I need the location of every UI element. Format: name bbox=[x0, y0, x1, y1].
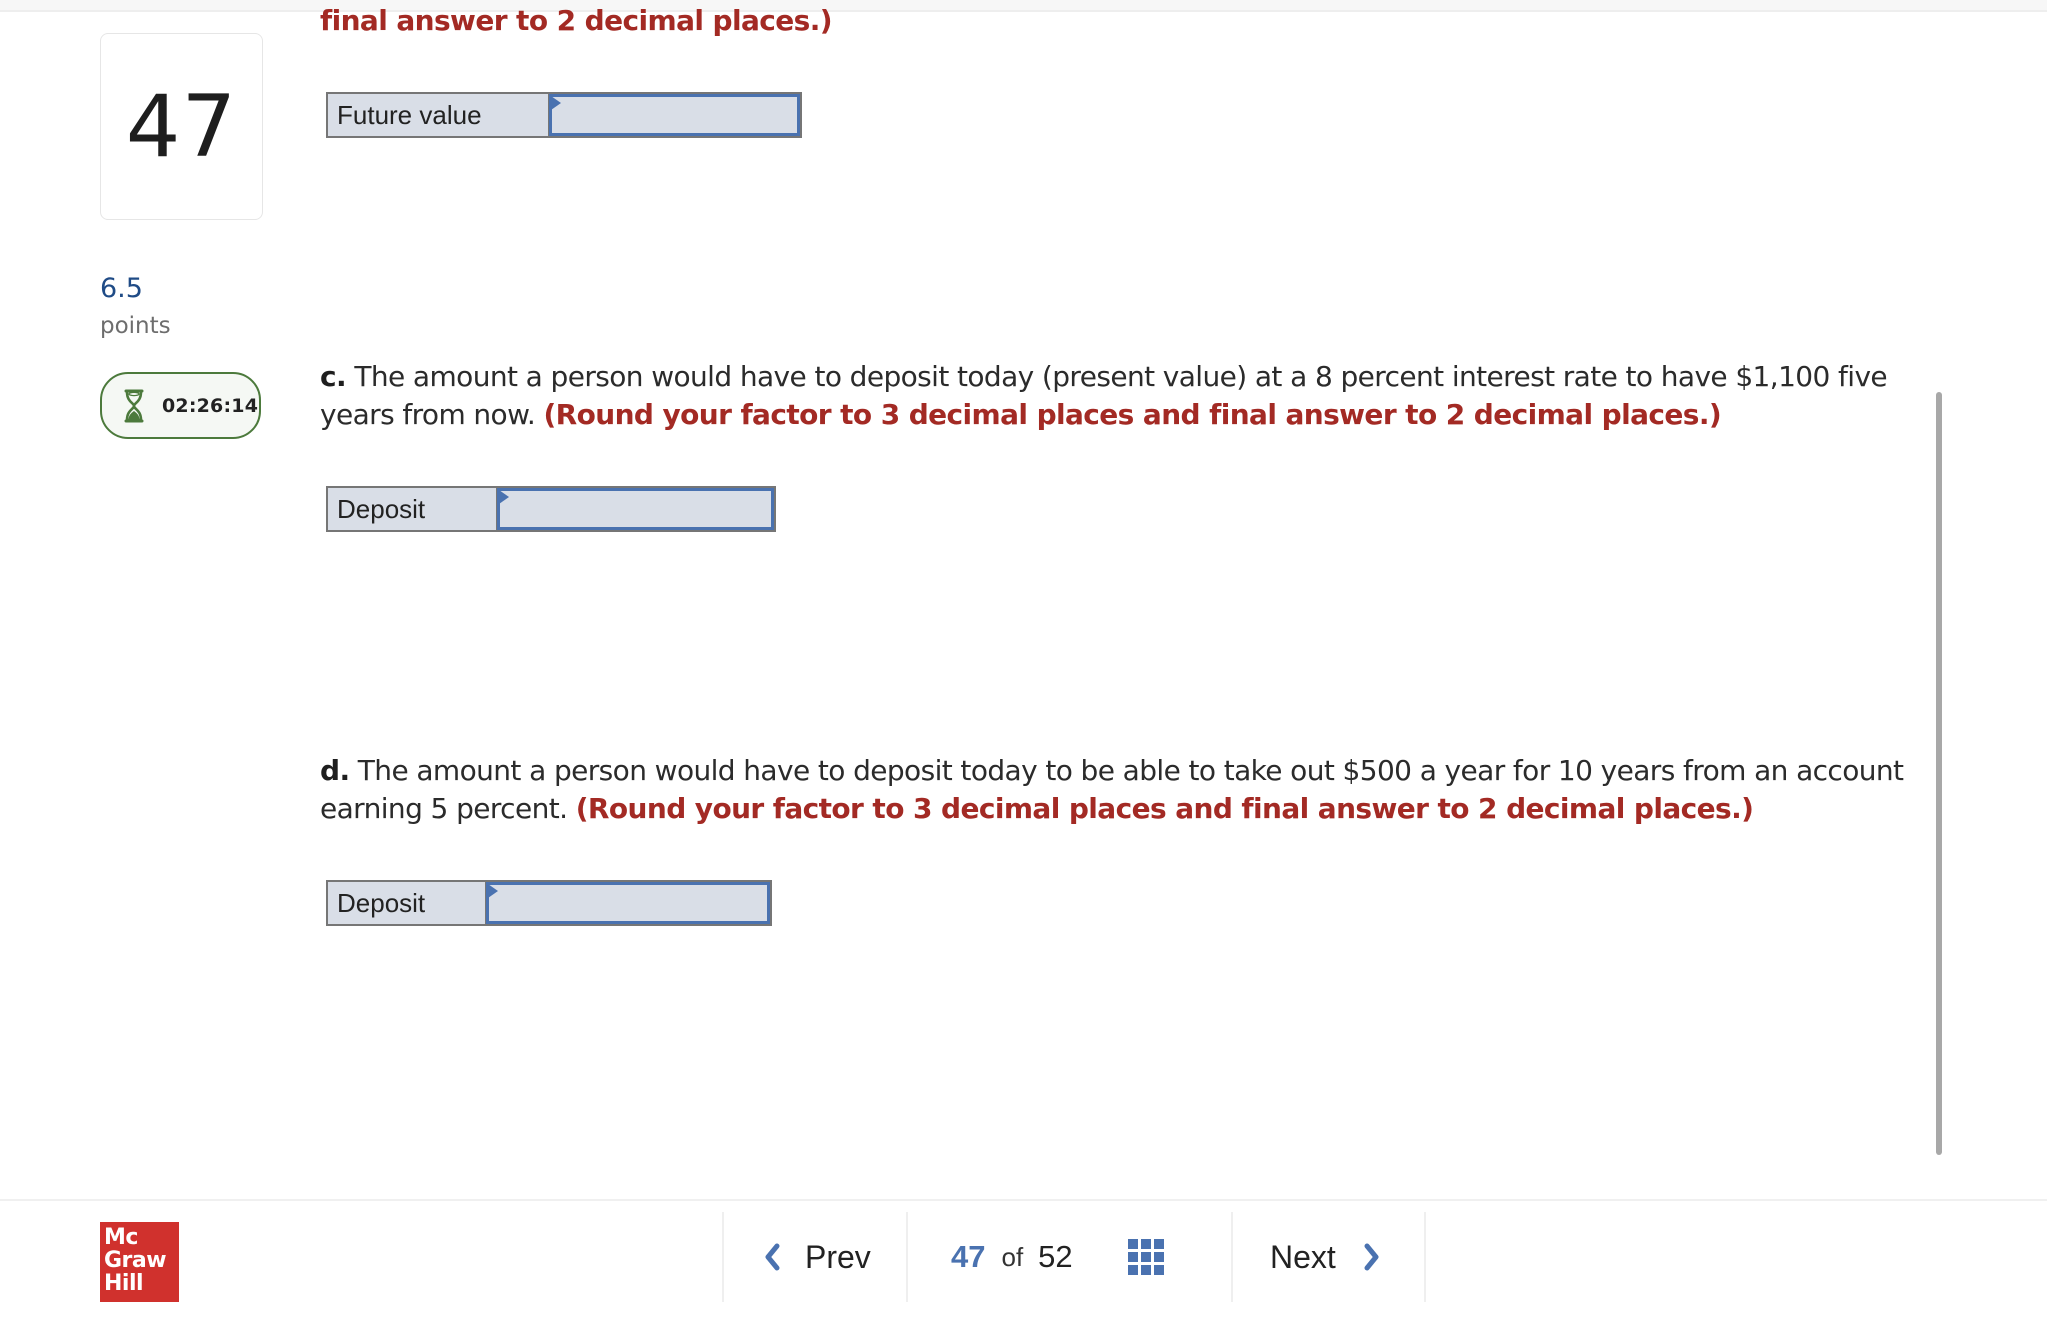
answer-label: Deposit bbox=[328, 882, 487, 924]
answer-input-wrapper bbox=[486, 882, 770, 924]
timer-text: 02:26:14 bbox=[162, 394, 259, 417]
question-grid-icon[interactable] bbox=[1127, 1239, 1164, 1275]
hourglass-icon bbox=[124, 389, 144, 422]
answer-label: Deposit bbox=[328, 488, 498, 530]
timer-badge: 02:26:14 bbox=[100, 372, 261, 439]
mcgraw-hill-logo: Mc Graw Hill bbox=[100, 1222, 179, 1302]
question-part-d: d. The amount a person would have to dep… bbox=[320, 752, 1920, 828]
next-label: Next bbox=[1270, 1238, 1336, 1275]
answer-input-wrapper bbox=[549, 94, 800, 136]
chevron-left-icon bbox=[765, 1243, 780, 1271]
answer-row-future-value: Future value bbox=[326, 92, 802, 138]
deposit-d-input[interactable] bbox=[489, 885, 767, 921]
question-number: 47 bbox=[125, 76, 238, 177]
answer-input-wrapper bbox=[497, 488, 774, 530]
current-page: 47 bbox=[951, 1239, 986, 1274]
question-part-c: c. The amount a person would have to dep… bbox=[320, 358, 1920, 434]
part-instruction: (Round your factor to 3 decimal places a… bbox=[543, 398, 1722, 431]
question-number-card: 47 bbox=[100, 33, 263, 220]
input-flag-icon bbox=[488, 884, 498, 898]
answer-row-deposit-d: Deposit bbox=[326, 880, 772, 926]
future-value-input[interactable] bbox=[552, 97, 797, 133]
page-indicator: 47 of 52 bbox=[908, 1212, 1231, 1302]
prev-button[interactable]: Prev bbox=[724, 1212, 906, 1302]
deposit-c-input[interactable] bbox=[500, 491, 771, 527]
prev-label: Prev bbox=[805, 1238, 871, 1275]
points-label: points bbox=[100, 313, 171, 339]
footer-divider bbox=[0, 1199, 2047, 1201]
points-value: 6.5 bbox=[100, 273, 143, 304]
part-instruction: (Round your factor to 3 decimal places a… bbox=[575, 792, 1754, 825]
part-prefix: d. bbox=[320, 754, 350, 787]
answer-row-deposit-c: Deposit bbox=[326, 486, 776, 532]
answer-label: Future value bbox=[328, 94, 550, 136]
next-button[interactable]: Next bbox=[1233, 1212, 1424, 1302]
prior-instruction-tail: final answer to 2 decimal places.) bbox=[320, 4, 833, 37]
of-label: of bbox=[1001, 1241, 1024, 1272]
input-flag-icon bbox=[551, 96, 561, 110]
total-pages: 52 bbox=[1038, 1239, 1073, 1274]
chevron-right-icon bbox=[1364, 1243, 1379, 1271]
vertical-scrollbar[interactable] bbox=[1936, 392, 1942, 1155]
part-prefix: c. bbox=[320, 360, 347, 393]
input-flag-icon bbox=[499, 490, 509, 504]
nav-divider bbox=[1424, 1212, 1426, 1302]
